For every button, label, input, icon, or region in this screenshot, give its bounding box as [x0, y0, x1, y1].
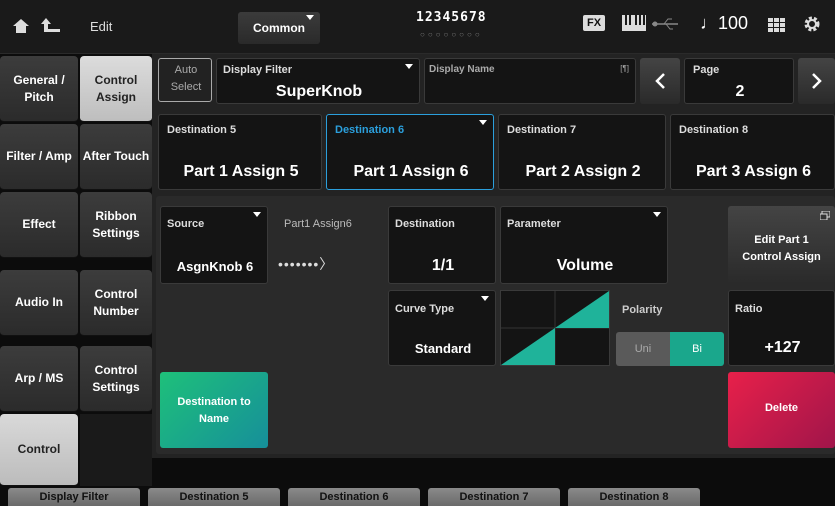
bottom-tab-display-filter[interactable]: Display Filter	[8, 488, 140, 506]
chevron-left-icon	[655, 73, 665, 89]
part-numbers[interactable]: 12345678	[416, 10, 487, 25]
display-name-label: Display Name	[429, 64, 495, 75]
dropdown-icon	[481, 296, 489, 301]
ratio-field[interactable]: Ratio +127	[728, 290, 835, 366]
destination-5-label: Destination 5	[167, 124, 237, 136]
delete-label: Delete	[764, 402, 799, 414]
tab-filter-amp[interactable]: Filter / Amp	[0, 124, 78, 190]
destination-8-label: Destination 8	[679, 124, 749, 136]
curve-type-label: Curve Type	[395, 303, 455, 315]
curve-graph	[500, 290, 610, 366]
tab-effect[interactable]: Effect	[0, 192, 78, 258]
ratio-label: Ratio	[735, 303, 763, 315]
destination-value: 1/1	[431, 257, 455, 274]
fx-badge: FX	[583, 15, 606, 31]
chevron-right-icon	[811, 73, 822, 89]
display-filter-value: SuperKnob	[275, 83, 363, 100]
edit-control-assign-button[interactable]: Edit Part 1 Control Assign	[728, 206, 835, 284]
curve-type-field[interactable]: Curve Type Standard	[388, 290, 496, 366]
destination-8-slot[interactable]: Destination 8 Part 3 Assign 6	[670, 114, 835, 190]
polarity-uni-button[interactable]: Uni	[616, 332, 670, 366]
curve-type-value: Standard	[414, 341, 472, 356]
destination-7-label: Destination 7	[507, 124, 577, 136]
destination-6-label: Destination 6	[335, 124, 405, 136]
common-tab[interactable]: Common	[238, 12, 320, 44]
dropdown-icon	[653, 212, 661, 217]
page-field: Page 2	[684, 58, 794, 104]
dropdown-icon	[306, 15, 314, 20]
display-filter-field[interactable]: Display Filter SuperKnob	[216, 58, 420, 104]
tempo-display[interactable]: ♩100	[700, 13, 748, 34]
destination-field[interactable]: Destination 1/1	[388, 206, 496, 284]
assign-arrow: •••••••〉	[278, 256, 335, 272]
parameter-value: Volume	[556, 257, 614, 274]
display-filter-label: Display Filter	[223, 64, 293, 76]
bottom-tab-destination-8[interactable]: Destination 8	[568, 488, 700, 506]
parameter-label: Parameter	[507, 218, 561, 230]
destination-7-value: Part 2 Assign 2	[525, 163, 641, 180]
destination-label: Destination	[395, 218, 455, 230]
home-icon[interactable]	[12, 18, 30, 39]
parameter-field[interactable]: Parameter Volume	[500, 206, 668, 284]
delete-button[interactable]: Delete	[728, 372, 835, 448]
destination-5-slot[interactable]: Destination 5 Part 1 Assign 5	[158, 114, 322, 190]
destination-8-value: Part 3 Assign 6	[695, 163, 811, 180]
part-indicators: ○○○○○○○○	[420, 30, 483, 39]
subtab-ribbon-settings[interactable]: Ribbon Settings	[80, 192, 152, 258]
keyboard-icon	[622, 15, 646, 36]
bottom-tab-destination-5[interactable]: Destination 5	[148, 488, 280, 506]
page-label: Page	[693, 64, 720, 76]
polarity-bi-button[interactable]: Bi	[670, 332, 724, 366]
subtab-after-touch[interactable]: After Touch	[80, 124, 152, 190]
common-tab-label: Common	[253, 21, 305, 35]
subtab-empty	[80, 414, 152, 486]
page-next-button[interactable]	[798, 58, 835, 104]
back-up-icon[interactable]	[40, 16, 62, 39]
popup-window-icon	[820, 211, 830, 220]
display-name-field[interactable]: Display Name [¶]	[424, 58, 636, 104]
tab-arp-ms[interactable]: Arp / MS	[0, 346, 78, 412]
destination-7-slot[interactable]: Destination 7 Part 2 Assign 2	[498, 114, 666, 190]
destination-6-value: Part 1 Assign 6	[353, 163, 469, 180]
subtab-control-settings[interactable]: Control Settings	[80, 346, 152, 412]
destination-5-value: Part 1 Assign 5	[183, 163, 299, 180]
bottom-tab-destination-7[interactable]: Destination 7	[428, 488, 560, 506]
dropdown-icon	[479, 120, 487, 125]
dropdown-icon	[405, 64, 413, 69]
dropdown-icon	[253, 212, 261, 217]
source-label: Source	[167, 218, 205, 230]
polarity-label: Polarity	[622, 304, 663, 316]
auto-select-label: Auto Select	[170, 64, 202, 93]
assign-label: Part1 Assign6	[284, 218, 352, 230]
display-name-mark: [¶]	[620, 64, 629, 73]
tab-audio-in[interactable]: Audio In	[0, 270, 78, 336]
destination-to-name-button[interactable]: Destination to Name	[160, 372, 268, 448]
tab-general-pitch[interactable]: General / Pitch	[0, 56, 78, 122]
tab-control[interactable]: Control	[0, 414, 78, 486]
subtab-control-assign[interactable]: Control Assign	[80, 56, 152, 122]
edit-label: Edit	[90, 19, 113, 34]
auto-select-button[interactable]: Auto Select	[158, 58, 212, 102]
bottom-tab-destination-6[interactable]: Destination 6	[288, 488, 420, 506]
ratio-value: +127	[764, 339, 801, 356]
settings-gear-icon[interactable]	[802, 14, 822, 39]
usb-icon	[652, 17, 680, 35]
destination-to-name-label: Destination to Name	[177, 396, 251, 425]
page-value: 2	[735, 83, 745, 100]
subtab-control-number[interactable]: Control Number	[80, 270, 152, 336]
source-value: AsgnKnob 6	[176, 259, 254, 274]
source-field[interactable]: Source AsgnKnob 6	[160, 206, 268, 284]
destination-6-slot[interactable]: Destination 6 Part 1 Assign 6	[326, 114, 494, 190]
page-prev-button[interactable]	[640, 58, 680, 104]
curve-graph-svg	[501, 291, 609, 365]
grid-icon[interactable]	[768, 18, 786, 37]
edit-control-assign-label: Edit Part 1 Control Assign	[742, 234, 821, 263]
